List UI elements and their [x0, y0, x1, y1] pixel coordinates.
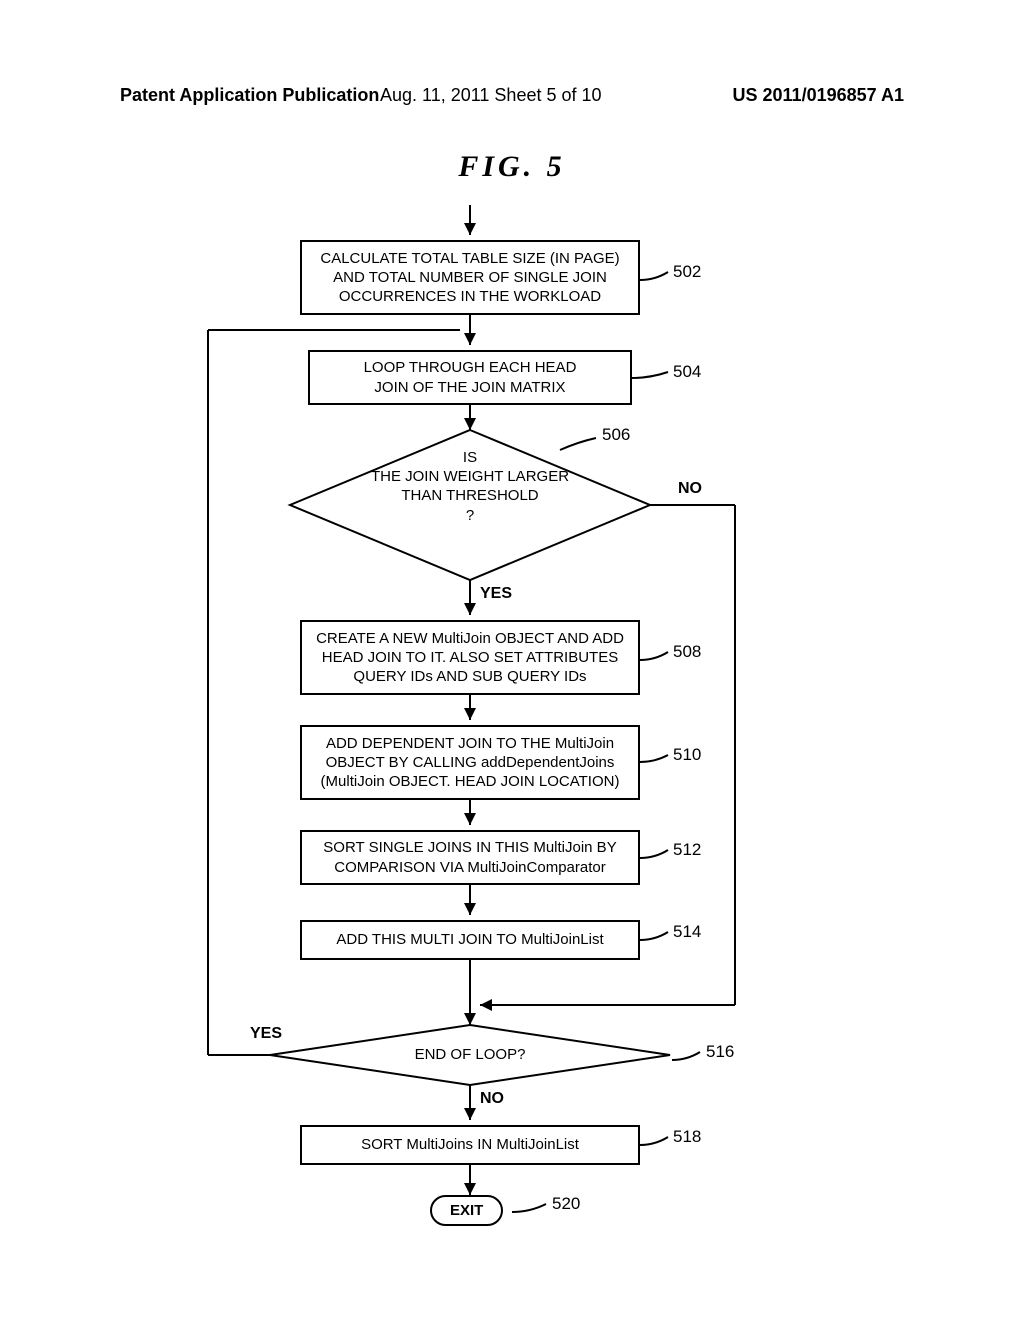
- ref-514: 514: [673, 922, 701, 942]
- box-504: LOOP THROUGH EACH HEAD JOIN OF THE JOIN …: [308, 350, 632, 405]
- ref-518: 518: [673, 1127, 701, 1147]
- terminator-exit: EXIT: [430, 1195, 503, 1226]
- ref-516: 516: [706, 1042, 734, 1062]
- header-center: Aug. 11, 2011 Sheet 5 of 10: [380, 85, 602, 106]
- ref-502: 502: [673, 262, 701, 282]
- label-yes-506: YES: [480, 585, 512, 603]
- diamond-506-text: IS THE JOIN WEIGHT LARGER THAN THRESHOLD…: [320, 448, 620, 525]
- ref-508: 508: [673, 642, 701, 662]
- header-left: Patent Application Publication: [120, 85, 379, 106]
- ref-512: 512: [673, 840, 701, 860]
- ref-520: 520: [552, 1194, 580, 1214]
- diamond-516-text: END OF LOOP?: [370, 1045, 570, 1064]
- page-root: Patent Application Publication Aug. 11, …: [0, 0, 1024, 1320]
- ref-504: 504: [673, 362, 701, 382]
- box-502: CALCULATE TOTAL TABLE SIZE (IN PAGE) AND…: [300, 240, 640, 315]
- header-right: US 2011/0196857 A1: [733, 85, 904, 106]
- ref-506: 506: [602, 425, 630, 445]
- box-512: SORT SINGLE JOINS IN THIS MultiJoin BY C…: [300, 830, 640, 885]
- box-518: SORT MultiJoins IN MultiJoinList: [300, 1125, 640, 1165]
- label-yes-516: YES: [250, 1025, 282, 1043]
- box-508: CREATE A NEW MultiJoin OBJECT AND ADD HE…: [300, 620, 640, 695]
- box-514: ADD THIS MULTI JOIN TO MultiJoinList: [300, 920, 640, 960]
- ref-510: 510: [673, 745, 701, 765]
- box-510: ADD DEPENDENT JOIN TO THE MultiJoin OBJE…: [300, 725, 640, 800]
- label-no-516: NO: [480, 1090, 504, 1108]
- label-no-506: NO: [678, 480, 702, 498]
- figure-label: FIG. 5: [0, 150, 1024, 184]
